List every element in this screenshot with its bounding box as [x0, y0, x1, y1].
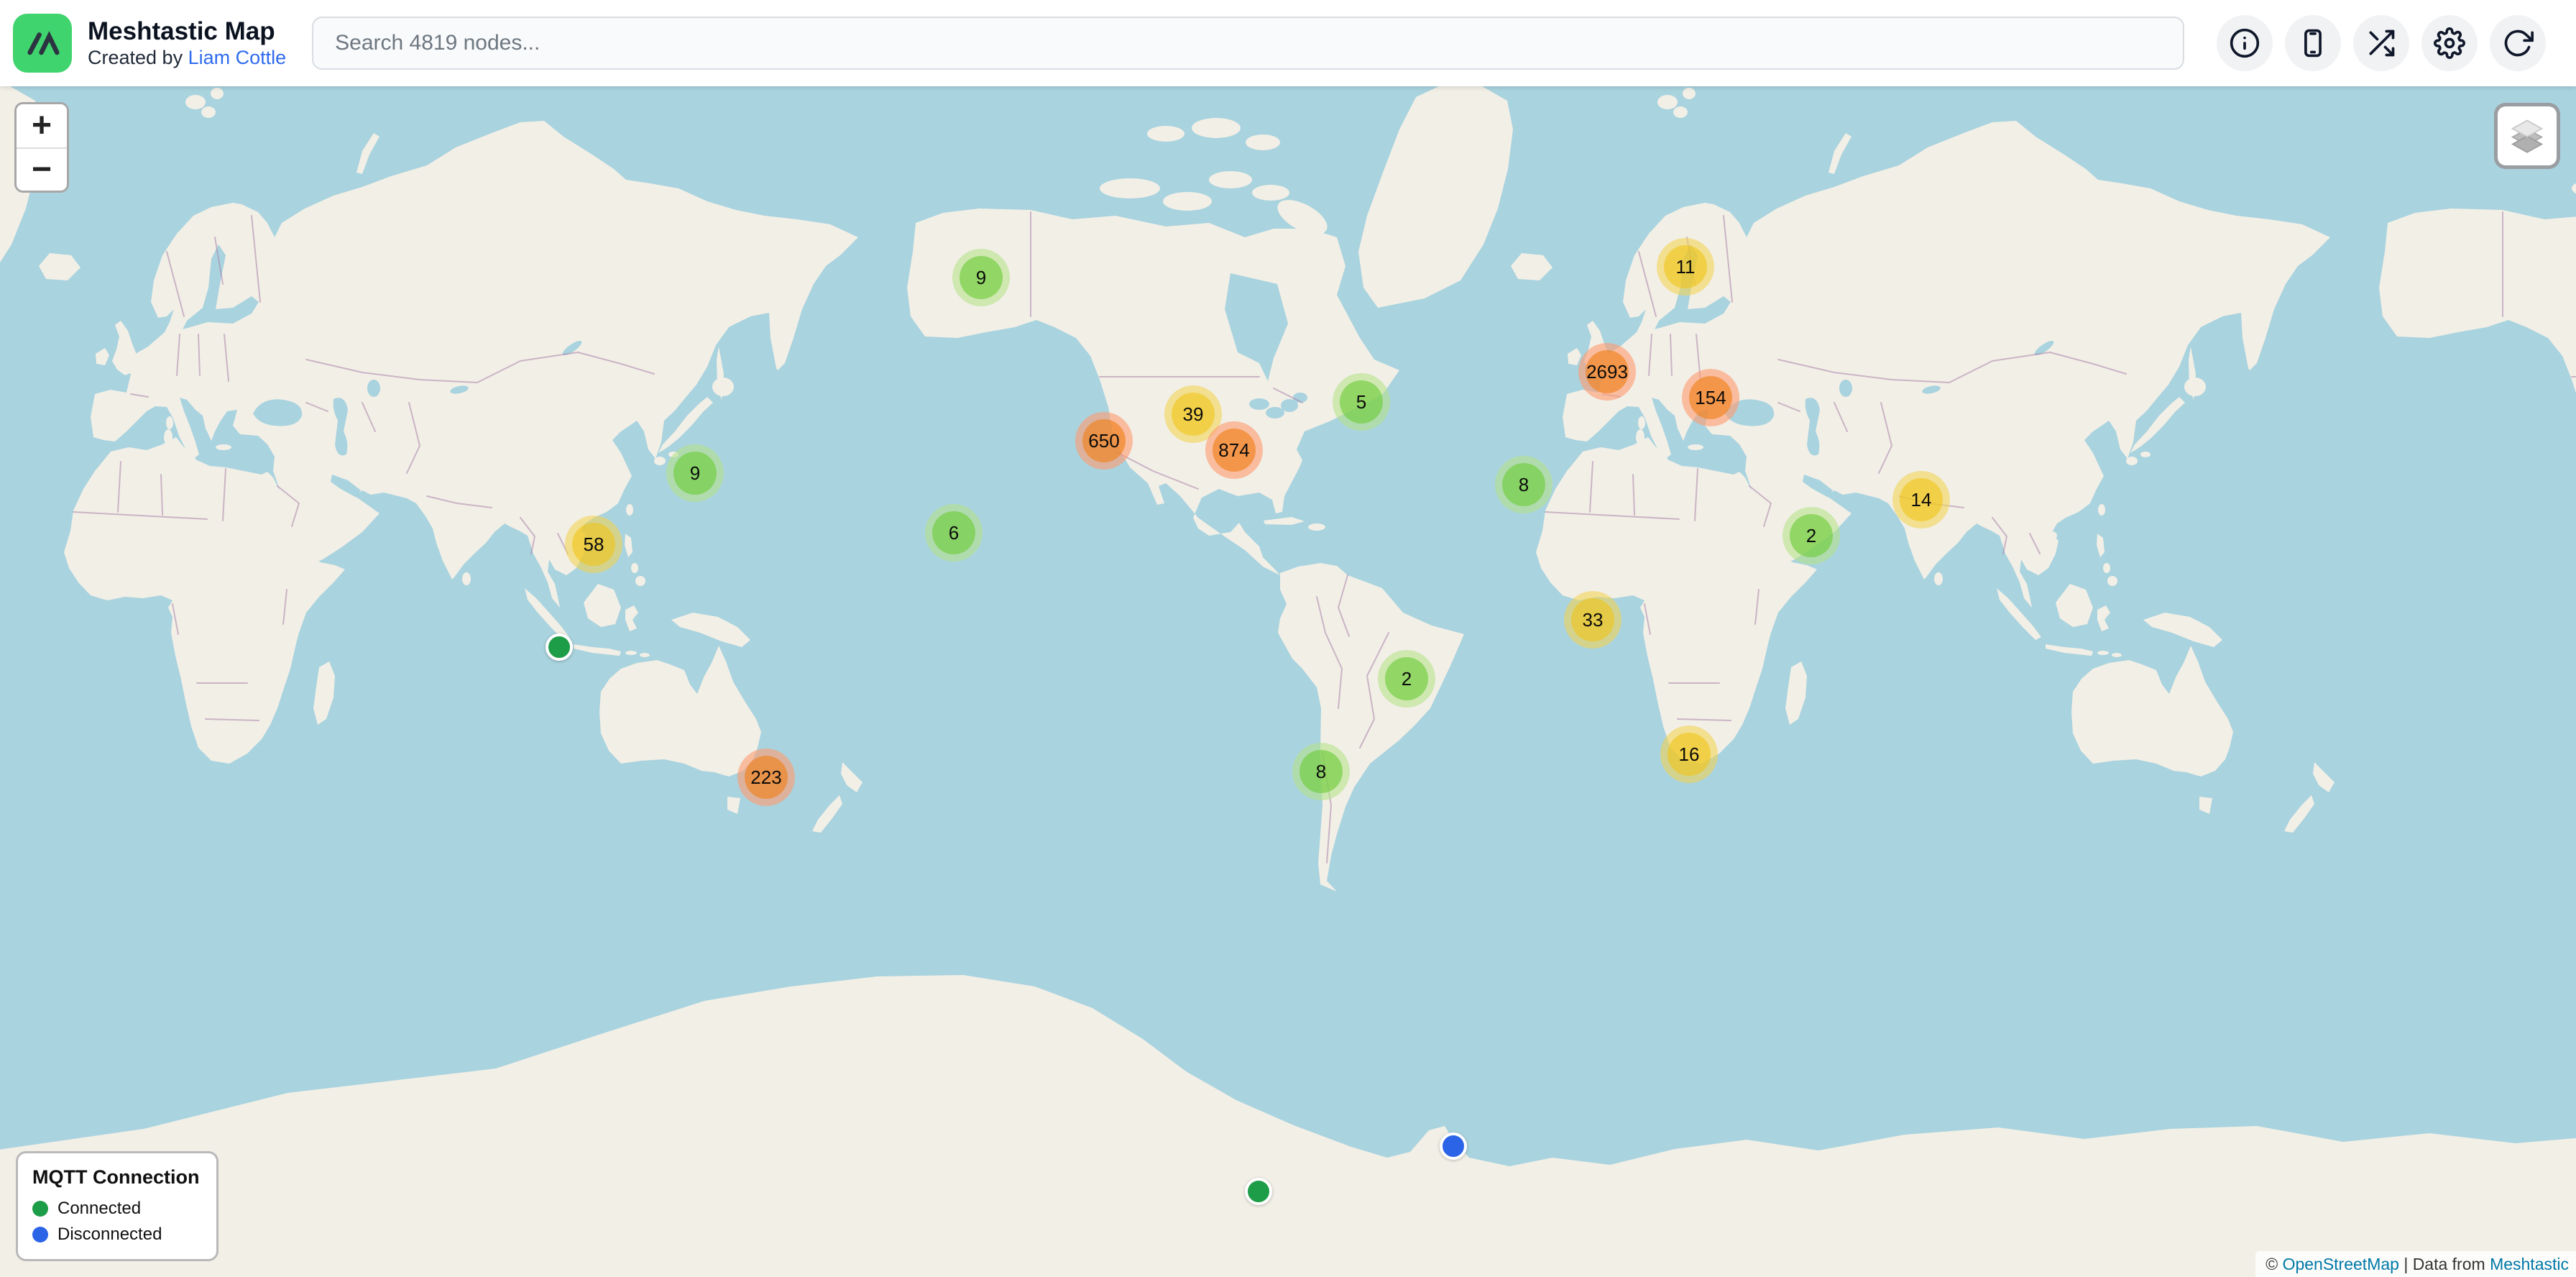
cluster-marker[interactable]: 14	[1892, 471, 1950, 528]
cluster-marker[interactable]: 154	[1682, 369, 1739, 426]
zoom-control: + −	[14, 102, 69, 193]
legend-item-disconnected: Disconnected	[32, 1225, 199, 1245]
info-button[interactable]	[2217, 15, 2273, 71]
device-icon	[2297, 27, 2329, 59]
cluster-marker[interactable]: 8	[1292, 743, 1350, 800]
cluster-count: 33	[1571, 598, 1614, 641]
cluster-marker[interactable]: 16	[1660, 726, 1718, 783]
cluster-marker[interactable]: 2	[1378, 650, 1435, 708]
cluster-marker[interactable]: 5	[1333, 373, 1390, 431]
cluster-marker[interactable]: 650	[1075, 412, 1133, 470]
cluster-count: 2	[1790, 514, 1833, 557]
cluster-count: 8	[1300, 750, 1343, 793]
cluster-marker[interactable]: 6	[925, 504, 983, 562]
cluster-count: 14	[1900, 478, 1943, 521]
cluster-count: 9	[673, 452, 717, 495]
cluster-marker[interactable]: 2	[1782, 507, 1840, 564]
cluster-count: 8	[1502, 463, 1545, 506]
node-marker-disconnected[interactable]	[1440, 1132, 1467, 1160]
cluster-count: 11	[1664, 245, 1707, 288]
settings-button[interactable]	[2421, 15, 2478, 71]
refresh-button[interactable]	[2490, 15, 2546, 71]
cluster-count: 2693	[1586, 350, 1629, 393]
title-block: Meshtastic Map Created by Liam Cottle	[88, 17, 286, 69]
legend-item-connected: Connected	[32, 1199, 199, 1219]
node-marker-connected[interactable]	[546, 633, 573, 661]
node-marker-connected[interactable]	[1245, 1178, 1272, 1205]
cluster-count: 223	[745, 756, 788, 799]
layers-icon	[2508, 116, 2547, 155]
device-button[interactable]	[2285, 15, 2341, 71]
cluster-marker[interactable]: 11	[1657, 238, 1714, 296]
search-input[interactable]	[312, 17, 2184, 70]
app-header: Meshtastic Map Created by Liam Cottle	[0, 0, 2576, 86]
map-attribution: © OpenStreetMap | Data from Meshtastic	[2255, 1251, 2576, 1277]
page-title: Meshtastic Map	[88, 17, 286, 46]
cluster-count: 6	[932, 511, 975, 554]
cluster-count: 874	[1213, 429, 1256, 472]
cluster-count: 5	[1340, 380, 1383, 424]
cluster-marker[interactable]: 9	[952, 249, 1010, 306]
cluster-marker[interactable]: 223	[737, 749, 795, 806]
cluster-marker[interactable]: 2693	[1578, 343, 1636, 401]
cluster-count: 58	[572, 523, 615, 566]
info-icon	[2229, 27, 2260, 59]
cluster-count: 9	[960, 256, 1003, 299]
mqtt-legend: MQTT Connection Connected Disconnected	[16, 1151, 218, 1261]
connected-dot-icon	[32, 1201, 48, 1217]
legend-title: MQTT Connection	[32, 1166, 199, 1189]
osm-link[interactable]: OpenStreetMap	[2283, 1255, 2399, 1273]
cluster-count: 650	[1082, 419, 1126, 462]
cluster-marker[interactable]: 33	[1564, 591, 1622, 649]
cluster-count: 39	[1172, 393, 1215, 436]
zoom-in-button[interactable]: +	[17, 104, 67, 147]
zoom-out-button[interactable]: −	[17, 147, 67, 191]
cluster-marker[interactable]: 58	[565, 516, 622, 573]
cluster-count: 16	[1668, 733, 1711, 776]
cluster-marker[interactable]: 8	[1495, 456, 1552, 513]
disconnected-dot-icon	[32, 1227, 48, 1242]
cluster-marker[interactable]: 874	[1205, 421, 1263, 479]
settings-icon	[2434, 27, 2465, 59]
author-link[interactable]: Liam Cottle	[188, 47, 287, 68]
meshtastic-logo-icon	[13, 14, 72, 73]
byline: Created by Liam Cottle	[88, 47, 286, 70]
cluster-count: 2	[1385, 657, 1428, 700]
meshtastic-link[interactable]: Meshtastic	[2490, 1255, 2569, 1273]
layers-button[interactable]	[2494, 103, 2560, 169]
cluster-count: 154	[1689, 376, 1732, 419]
cluster-marker[interactable]: 9	[666, 444, 724, 502]
shuffle-button[interactable]	[2353, 15, 2409, 71]
map-canvas[interactable]	[0, 0, 2576, 1277]
shuffle-icon	[2365, 27, 2397, 59]
refresh-icon	[2502, 27, 2534, 59]
